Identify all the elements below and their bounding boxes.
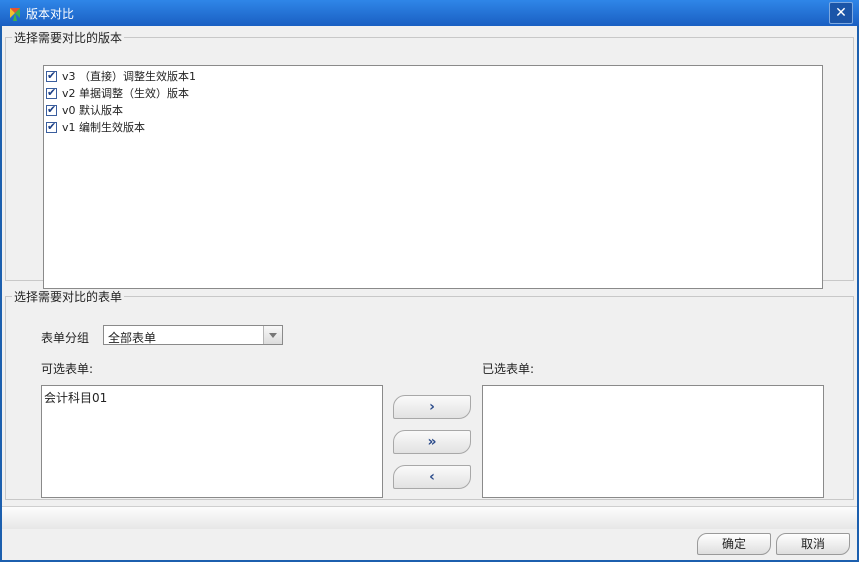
version-row-v3[interactable]: v3 （直接）调整生效版本1: [46, 68, 196, 84]
app-logo-icon: [10, 8, 20, 21]
version-label: v0 默认版本: [62, 104, 124, 117]
version-row-v1[interactable]: v1 编制生效版本: [46, 119, 145, 135]
version-checkbox-v2[interactable]: [46, 86, 57, 99]
cancel-button[interactable]: 取消: [776, 533, 850, 555]
form-group-legend: 选择需要对比的表单: [14, 290, 123, 304]
window-title: 版本对比: [26, 7, 75, 21]
close-icon: ✕: [835, 5, 847, 21]
form-group-label: 表单分组: [41, 331, 90, 345]
version-compare-dialog: 版本对比 ✕ 选择需要对比的版本 v3 （直接）调整生效版本1 v2 单据调整（…: [0, 0, 859, 562]
close-button[interactable]: ✕: [829, 2, 853, 24]
status-strip: [2, 506, 857, 529]
version-checkbox-v0[interactable]: [46, 103, 57, 116]
version-label: v1 编制生效版本: [62, 121, 146, 134]
selected-forms-list[interactable]: [482, 385, 824, 498]
available-forms-list[interactable]: 会计科目01: [41, 385, 383, 498]
move-all-right-button[interactable]: »: [393, 430, 471, 454]
double-chevron-right-icon: »: [427, 434, 437, 450]
version-checkbox-v1[interactable]: [46, 120, 57, 133]
chevron-right-icon: ›: [429, 399, 435, 415]
chevron-down-icon[interactable]: [263, 326, 282, 344]
version-checkbox-v3[interactable]: [46, 69, 57, 82]
move-right-button[interactable]: ›: [393, 395, 471, 419]
form-group-select[interactable]: 全部表单: [103, 325, 283, 345]
version-checklist[interactable]: v3 （直接）调整生效版本1 v2 单据调整（生效）版本 v0 默认版本 v1 …: [43, 65, 823, 289]
chevron-left-icon: ‹: [429, 469, 435, 485]
title-bar[interactable]: 版本对比 ✕: [0, 0, 859, 26]
list-item[interactable]: 会计科目01: [44, 389, 107, 406]
version-group-legend: 选择需要对比的版本: [14, 31, 123, 45]
form-select-group: 选择需要对比的表单 表单分组 全部表单 可选表单: 已选表单: 会计科目01 ›…: [5, 288, 854, 500]
version-select-group: 选择需要对比的版本 v3 （直接）调整生效版本1 v2 单据调整（生效）版本 v…: [5, 29, 854, 289]
version-label: v3 （直接）调整生效版本1: [62, 70, 197, 83]
version-row-v2[interactable]: v2 单据调整（生效）版本: [46, 85, 189, 101]
form-group-value: 全部表单: [108, 331, 157, 345]
dialog-body: 选择需要对比的版本 v3 （直接）调整生效版本1 v2 单据调整（生效）版本 v…: [2, 26, 857, 560]
ok-button[interactable]: 确定: [697, 533, 771, 555]
version-label: v2 单据调整（生效）版本: [62, 87, 190, 100]
version-row-v0[interactable]: v0 默认版本: [46, 102, 123, 118]
move-left-button[interactable]: ‹: [393, 465, 471, 489]
selected-forms-label: 已选表单:: [482, 362, 535, 376]
available-forms-label: 可选表单:: [41, 362, 94, 376]
